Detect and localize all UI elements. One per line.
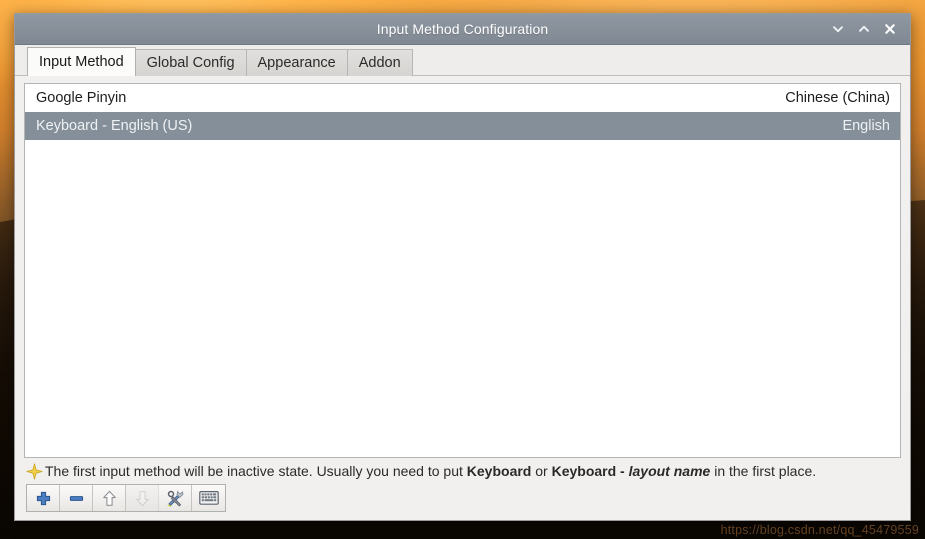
remove-input-method-button[interactable]: [60, 485, 93, 511]
input-method-configuration-window: Input Method Configuration Input Method …: [14, 13, 911, 521]
tab-content-input-method: Google Pinyin Chinese (China) Keyboard -…: [15, 76, 910, 520]
maximize-button[interactable]: [852, 17, 876, 41]
hint-message: The first input method will be inactive …: [24, 458, 901, 484]
move-up-button[interactable]: [93, 485, 126, 511]
chevron-down-icon: [833, 26, 843, 33]
tab-addon[interactable]: Addon: [346, 49, 413, 76]
close-icon: [885, 24, 895, 34]
hint-middle: or: [531, 463, 552, 479]
input-method-name: Google Pinyin: [36, 90, 127, 106]
window-title: Input Method Configuration: [376, 21, 549, 37]
input-method-list[interactable]: Google Pinyin Chinese (China) Keyboard -…: [24, 83, 901, 458]
hint-bold-keyboard-layout: Keyboard -: [551, 463, 629, 479]
arrow-down-icon: [135, 490, 149, 506]
hint-bold-keyboard: Keyboard: [466, 463, 532, 479]
keyboard-icon: [198, 491, 219, 505]
move-down-button[interactable]: [126, 485, 159, 511]
input-method-name: Keyboard - English (US): [36, 118, 193, 134]
configure-button[interactable]: [159, 485, 192, 511]
hint-italic-layout-name: layout name: [628, 463, 711, 479]
list-item[interactable]: Google Pinyin Chinese (China): [25, 84, 900, 112]
tab-input-method[interactable]: Input Method: [27, 47, 136, 76]
input-method-language: Chinese (China): [785, 90, 890, 106]
window-titlebar[interactable]: Input Method Configuration: [15, 14, 910, 45]
input-method-language: English: [842, 118, 890, 134]
keyboard-layout-button[interactable]: [192, 485, 225, 511]
chevron-up-icon: [859, 25, 869, 32]
sparkle-icon: [26, 462, 43, 480]
add-input-method-button[interactable]: [27, 485, 60, 511]
plus-icon: [36, 491, 50, 505]
window-controls: [826, 14, 902, 44]
hint-suffix: in the first place.: [710, 463, 817, 479]
minimize-button[interactable]: [826, 17, 850, 41]
tab-bar: Input Method Global Config Appearance Ad…: [15, 45, 910, 76]
input-method-toolbar: [26, 484, 226, 512]
tools-icon: [167, 490, 183, 507]
tab-appearance[interactable]: Appearance: [245, 49, 348, 76]
tab-global-config[interactable]: Global Config: [134, 49, 247, 76]
list-item[interactable]: Keyboard - English (US) English: [25, 112, 900, 140]
hint-prefix: The first input method will be inactive …: [45, 463, 467, 479]
minus-icon: [69, 495, 83, 501]
close-button[interactable]: [878, 17, 902, 41]
arrow-up-icon: [102, 490, 116, 506]
toolbar-container: [24, 484, 901, 520]
hint-text: The first input method will be inactive …: [45, 463, 816, 479]
